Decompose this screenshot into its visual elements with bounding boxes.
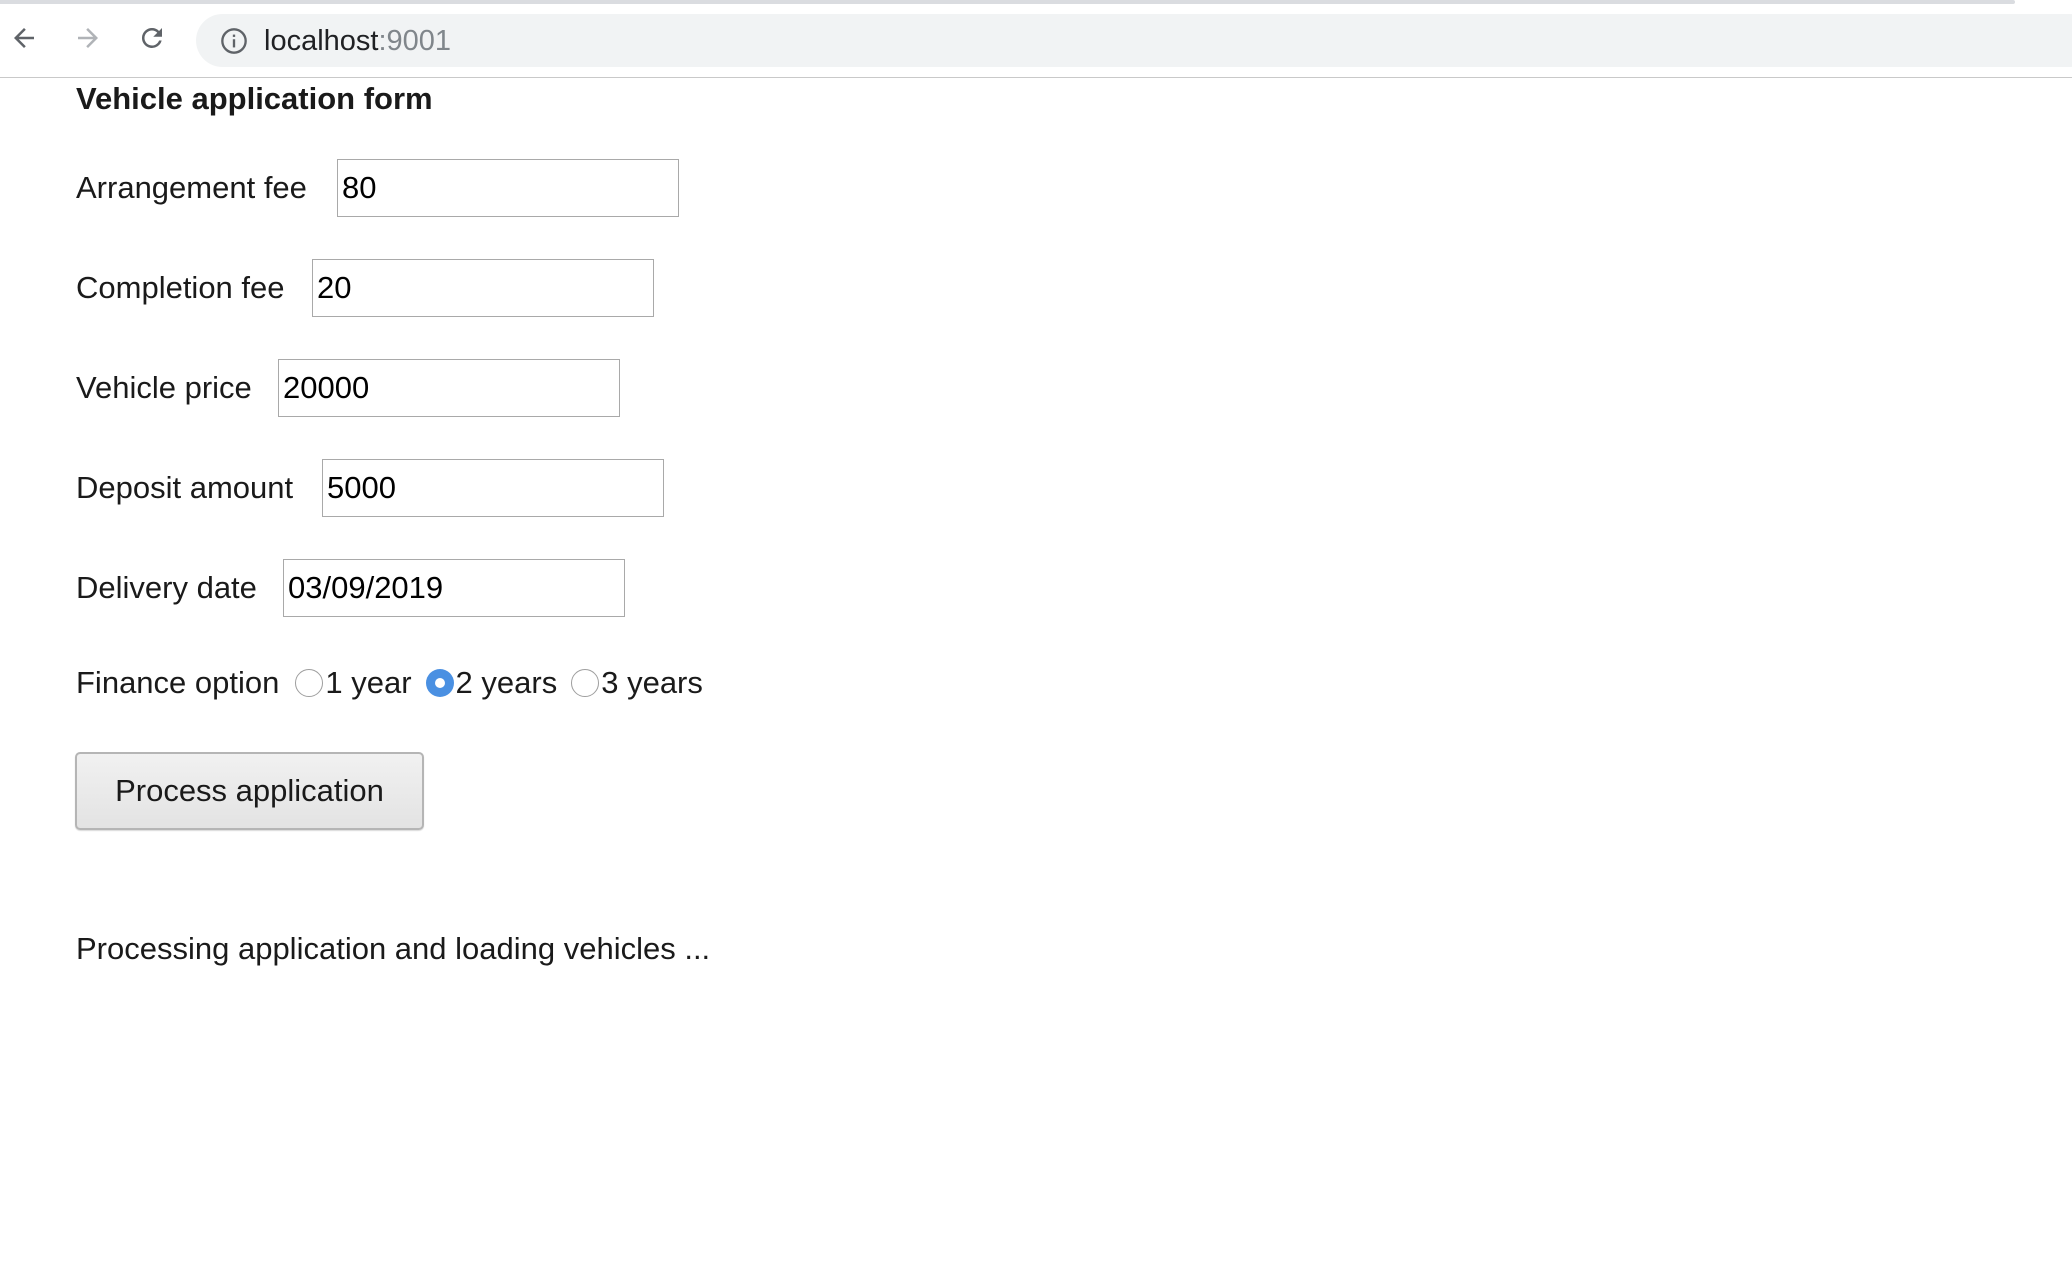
vehicle-price-label: Vehicle price: [76, 370, 252, 405]
finance-option-label: Finance option: [76, 665, 280, 700]
finance-option-radio-2-years[interactable]: [425, 669, 454, 697]
process-application-button[interactable]: Process application: [75, 752, 424, 830]
address-bar[interactable]: [196, 14, 2072, 67]
arrangement-fee-label: Arrangement fee: [76, 170, 307, 205]
back-button[interactable]: [4, 18, 44, 58]
finance-option-label-2-years[interactable]: 2 years: [456, 665, 558, 701]
url-port: :9001: [378, 25, 452, 57]
finance-option-group: Finance option 1 year 2 years 3 years: [76, 657, 717, 709]
delivery-date-input[interactable]: [283, 559, 625, 617]
url-host: localhost: [264, 25, 379, 57]
url-text[interactable]: localhost:9001: [264, 19, 451, 63]
delivery-date-label: Delivery date: [76, 570, 257, 605]
arrow-right-icon: [78, 28, 98, 48]
finance-option-radio-3-years[interactable]: [571, 669, 600, 697]
page-load-progress: [0, 0, 2015, 4]
browser-toolbar: localhost:9001: [0, 0, 2072, 78]
page-content: Vehicle application form Arrangement fee…: [0, 79, 2072, 1272]
vehicle-price-input[interactable]: [278, 359, 620, 417]
arrangement-fee-input[interactable]: [337, 159, 679, 217]
forward-button[interactable]: [68, 18, 108, 58]
deposit-amount-input[interactable]: [322, 459, 664, 517]
finance-option-label-1-year[interactable]: 1 year: [325, 665, 411, 701]
finance-option-label-3-years[interactable]: 3 years: [601, 665, 703, 701]
form-title: Vehicle application form: [76, 81, 433, 116]
info-icon[interactable]: [220, 27, 248, 55]
completion-fee-input[interactable]: [312, 259, 654, 317]
reload-button[interactable]: [132, 18, 172, 58]
arrow-left-icon: [14, 28, 34, 48]
status-message: Processing application and loading vehic…: [76, 931, 711, 966]
finance-option-radio-1-year[interactable]: [295, 669, 324, 697]
deposit-amount-label: Deposit amount: [76, 470, 294, 505]
completion-fee-label: Completion fee: [76, 270, 285, 305]
reload-icon: [141, 27, 162, 48]
